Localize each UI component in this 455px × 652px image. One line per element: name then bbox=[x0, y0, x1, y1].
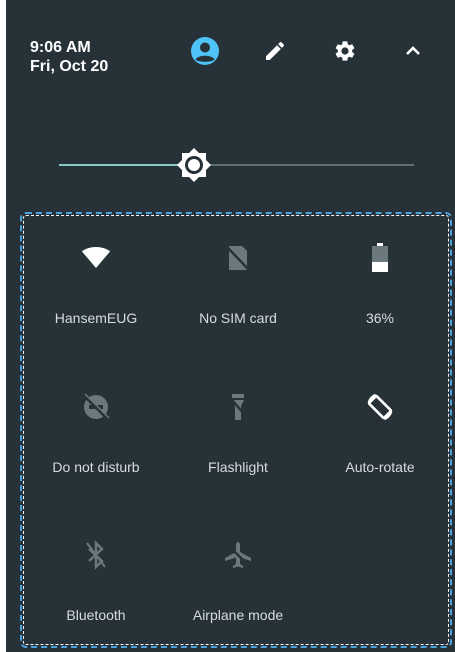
collapse-icon[interactable] bbox=[398, 36, 428, 66]
status-header: 9:06 AM Fri, Oct 20 bbox=[30, 38, 108, 76]
clock-time: 9:06 AM bbox=[30, 39, 91, 56]
edit-icon[interactable] bbox=[260, 36, 290, 66]
no-sim-icon bbox=[223, 243, 253, 273]
tile-label: Do not disturb bbox=[52, 459, 140, 475]
do-not-disturb-icon bbox=[81, 392, 111, 422]
account-icon[interactable] bbox=[190, 36, 220, 66]
tile-battery[interactable]: 36% bbox=[308, 222, 452, 332]
quick-settings-tiles: HansemEUG No SIM card 36% Do not disturb… bbox=[20, 212, 452, 648]
bluetooth-icon bbox=[81, 540, 111, 570]
tile-no-sim[interactable]: No SIM card bbox=[166, 222, 310, 332]
settings-icon[interactable] bbox=[330, 36, 360, 66]
brightness-track-filled bbox=[59, 164, 189, 166]
brightness-thumb[interactable] bbox=[176, 147, 212, 183]
tile-auto-rotate[interactable]: Auto-rotate bbox=[308, 371, 452, 481]
tile-do-not-disturb[interactable]: Do not disturb bbox=[24, 371, 168, 481]
tile-label: Airplane mode bbox=[192, 607, 284, 623]
tile-label: 36% bbox=[365, 310, 395, 326]
tile-label: No SIM card bbox=[199, 310, 277, 326]
wifi-icon bbox=[81, 243, 111, 273]
brightness-track-empty bbox=[209, 164, 414, 166]
clock-date: Fri, Oct 20 bbox=[30, 58, 109, 75]
brightness-icon bbox=[177, 148, 211, 182]
tile-label: Bluetooth bbox=[66, 607, 126, 623]
tile-wifi[interactable]: HansemEUG bbox=[24, 222, 168, 332]
tile-label: HansemEUG bbox=[54, 310, 138, 326]
tile-airplane-mode[interactable]: Airplane mode bbox=[166, 519, 310, 629]
auto-rotate-icon bbox=[365, 392, 395, 422]
tile-label: Auto-rotate bbox=[345, 459, 415, 475]
tile-bluetooth[interactable]: Bluetooth bbox=[24, 519, 168, 629]
tile-flashlight[interactable]: Flashlight bbox=[166, 371, 310, 481]
flashlight-icon bbox=[223, 392, 253, 422]
airplane-icon bbox=[223, 540, 253, 570]
quick-settings-panel: 9:06 AM Fri, Oct 20 HansemEUG No SIM car… bbox=[6, 0, 455, 652]
brightness-slider[interactable] bbox=[59, 147, 414, 183]
tile-label: Flashlight bbox=[208, 459, 268, 475]
battery-icon bbox=[365, 243, 395, 273]
